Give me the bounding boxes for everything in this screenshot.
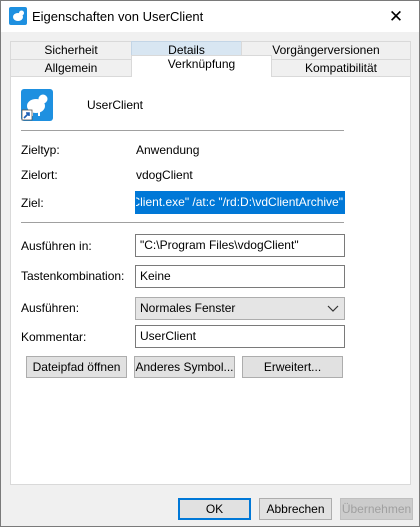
ausfuehren-select-value: Normales Fenster (140, 301, 236, 315)
properties-dialog: Eigenschaften von UserClient ✕ Sicherhei… (0, 0, 420, 527)
sheep-shortcut-icon[interactable] (21, 89, 53, 121)
tastenkombination-label: Tastenkombination: (21, 269, 125, 283)
tab-verknuepfung[interactable]: Verknüpfung (131, 55, 272, 77)
ausfuehren-label: Ausführen: (21, 301, 80, 315)
title-bar[interactable]: Eigenschaften von UserClient ✕ (1, 1, 419, 32)
anderes-symbol-button[interactable]: Anderes Symbol... (134, 356, 235, 378)
divider (21, 222, 344, 223)
kommentar-label: Kommentar: (21, 330, 87, 344)
shortcut-name: UserClient (87, 98, 144, 112)
kommentar-input[interactable]: UserClient (135, 325, 345, 348)
dateipfad-oeffnen-button[interactable]: Dateipfad öffnen (26, 356, 127, 378)
zielort-value: vdogClient (136, 168, 193, 182)
tab-sicherheit[interactable]: Sicherheit (10, 41, 132, 60)
uebernehmen-button[interactable]: Übernehmen (340, 498, 413, 520)
tastenkombination-input[interactable]: Keine (135, 265, 345, 288)
zieltyp-label: Zieltyp: (21, 143, 60, 157)
close-icon: ✕ (388, 6, 404, 26)
zieltyp-value: Anwendung (136, 143, 200, 157)
zielort-label: Zielort: (21, 168, 58, 182)
abbrechen-button[interactable]: Abbrechen (259, 498, 332, 520)
divider (21, 130, 344, 131)
ausfuehren-in-label: Ausführen in: (21, 239, 92, 253)
sheep-app-icon (9, 7, 27, 25)
window-title: Eigenschaften von UserClient (32, 9, 204, 24)
chevron-down-icon (327, 305, 339, 312)
erweitert-button[interactable]: Erweitert... (242, 356, 343, 378)
ok-button[interactable]: OK (178, 498, 251, 520)
ziel-label: Ziel: (21, 196, 44, 210)
ziel-input[interactable]: gClient.exe" /at:c "/rd:D:\vdClientArchi… (135, 191, 345, 214)
ausfuehren-in-input[interactable]: "C:\Program Files\vdogClient" (135, 234, 345, 257)
ausfuehren-select[interactable]: Normales Fenster (135, 297, 345, 320)
close-button[interactable]: ✕ (373, 1, 419, 32)
ziel-input-text: gClient.exe" /at:c "/rd:D:\vdClientArchi… (136, 192, 344, 213)
